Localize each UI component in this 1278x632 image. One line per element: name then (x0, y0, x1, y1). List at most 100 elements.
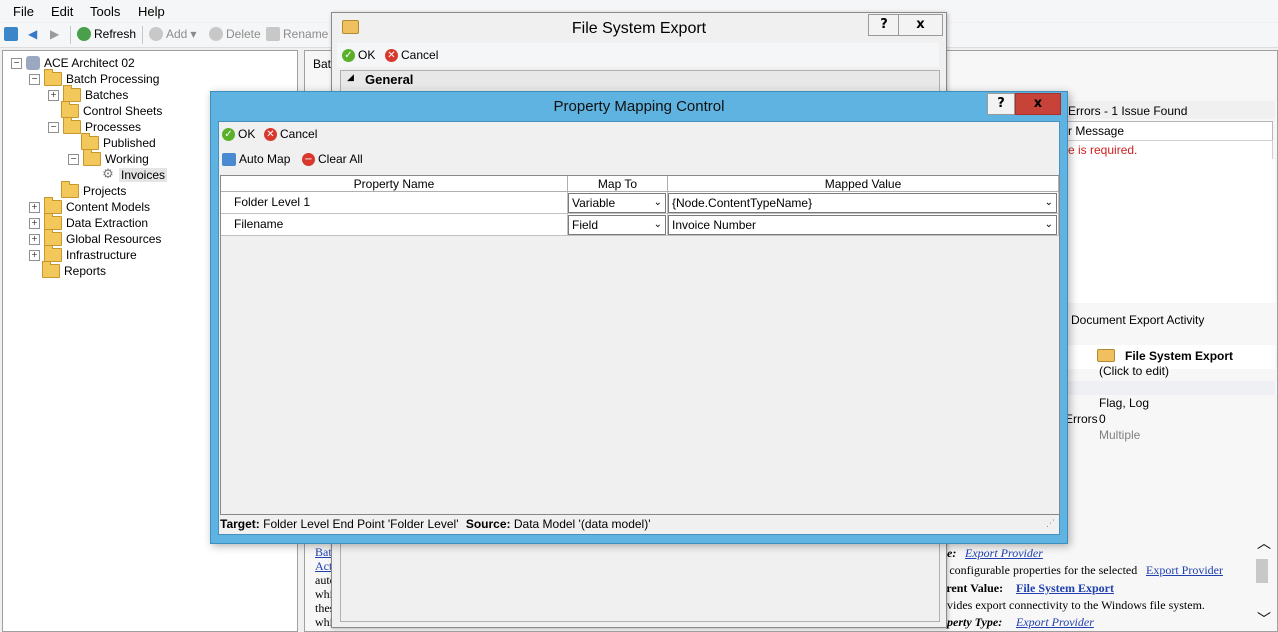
source-label: Source: (465, 517, 511, 531)
tree-item-label: Projects (83, 184, 127, 198)
column-header-map-to[interactable]: Map To (568, 176, 668, 192)
close-button[interactable]: x (898, 14, 943, 36)
flag-log-value: Flag, Log (1099, 396, 1150, 410)
tree-item-label: Infrastructure (66, 248, 137, 262)
folder-icon (44, 197, 62, 214)
expand-toggle[interactable]: + (29, 217, 40, 229)
tree-item-published[interactable]: Published (81, 133, 156, 151)
tree-item-working[interactable]: − Working (68, 149, 149, 167)
delete-button[interactable]: Delete (209, 27, 261, 41)
mapped-value-select[interactable]: Invoice Number ⌄ (668, 215, 1057, 235)
export-property-row[interactable]: File System Export (1065, 345, 1275, 369)
status-bar: Target: Folder Level End Point 'Folder L… (220, 515, 1058, 533)
help-current-label: rrent Value: (941, 581, 1004, 595)
collapse-toggle[interactable]: − (68, 153, 79, 165)
tree-item-control-sheets[interactable]: Control Sheets (61, 101, 162, 119)
rename-button[interactable]: Rename (266, 27, 328, 41)
clear-all-button[interactable]: − Clear All (302, 152, 363, 166)
tree-item-invoices[interactable]: ⚙ Invoices (101, 167, 168, 183)
help-button[interactable]: ? (987, 93, 1015, 115)
errors-header-text: Errors - 1 Issue Found (1068, 104, 1188, 118)
message-column-label: r Message (1068, 124, 1125, 138)
scroll-down-icon[interactable]: ﹀ (1257, 609, 1271, 629)
menu-tools[interactable]: Tools (90, 4, 120, 19)
collapse-toggle[interactable]: − (48, 121, 59, 133)
home-icon (4, 27, 18, 41)
menu-help[interactable]: Help (138, 4, 165, 19)
help-type-link[interactable]: Export Provider (965, 546, 1043, 561)
tree-item-label: Batch Processing (66, 72, 160, 86)
column-header-mapped-value[interactable]: Mapped Value (668, 176, 1059, 192)
collapse-toggle[interactable]: − (11, 57, 22, 69)
auto-map-icon (222, 152, 236, 166)
refresh-icon (77, 27, 91, 41)
help-button[interactable]: ? (868, 14, 900, 36)
cancel-button[interactable]: ✕ Cancel (385, 48, 438, 62)
menu-file[interactable]: File (13, 4, 34, 19)
collapse-toggle[interactable]: − (29, 73, 40, 85)
folder-icon (81, 133, 99, 150)
dialog-title: Property Mapping Control (553, 98, 725, 115)
dialog-toolbar: ✓ OK ✕ Cancel (337, 43, 939, 67)
tree-item-label: Global Resources (66, 232, 162, 246)
mapped-value: {Node.ContentTypeName} (672, 196, 813, 210)
tree-item-processes[interactable]: − Processes (48, 117, 141, 135)
back-arrow-icon: ◀ (28, 27, 38, 41)
dialog-titlebar[interactable]: File System Export ? x (332, 13, 946, 42)
menu-edit[interactable]: Edit (51, 4, 73, 19)
help-link-fragment[interactable]: Act (315, 559, 332, 574)
ok-button[interactable]: ✓ OK (222, 127, 255, 141)
help-property-link[interactable]: Export Provider (1016, 615, 1094, 630)
expand-toggle[interactable]: + (48, 89, 59, 101)
toolbar-separator (70, 26, 71, 44)
section-title: General (365, 72, 414, 87)
help-current-link[interactable]: File System Export (1016, 581, 1114, 596)
tree-item-root[interactable]: − ACE Architect 02 (11, 55, 135, 71)
export-value: File System Export (1125, 349, 1234, 363)
add-button[interactable]: Add ▼ (149, 27, 197, 41)
column-header-property[interactable]: Property Name (221, 176, 568, 192)
map-to-select[interactable]: Field ⌄ (568, 215, 666, 235)
resize-grip-icon[interactable]: ⋰ (1046, 515, 1055, 533)
help-link-fragment[interactable]: Bat (315, 545, 332, 560)
error-row[interactable]: e is required. (1065, 140, 1273, 160)
tree-item-label: Content Models (66, 200, 151, 214)
forward-button[interactable]: ▶ (50, 27, 59, 41)
refresh-button[interactable]: Refresh (77, 27, 136, 41)
back-button[interactable]: ◀ (28, 27, 37, 41)
help-provider-link[interactable]: Export Provider (1146, 563, 1223, 578)
tree-item-batch-processing[interactable]: − Batch Processing (29, 69, 160, 87)
tree-item-projects[interactable]: Projects (61, 181, 127, 199)
help-description: ovides export connectivity to the Window… (941, 598, 1205, 612)
activity-label: Document Export Activity (1071, 313, 1205, 327)
add-label: Add (166, 27, 188, 41)
ok-button[interactable]: ✓ OK (342, 48, 375, 62)
scroll-up-icon[interactable]: ︿ (1257, 533, 1271, 553)
expand-toggle[interactable]: + (29, 233, 40, 245)
ok-label: OK (358, 48, 376, 62)
gear-icon: ⚙ (102, 167, 114, 182)
help-description: e configurable properties for the select… (941, 563, 1138, 577)
home-button[interactable] (4, 27, 18, 41)
mapped-value: Invoice Number (672, 218, 757, 232)
scrollbar-thumb[interactable] (1256, 559, 1268, 583)
expand-toggle[interactable]: + (29, 201, 40, 213)
auto-map-button[interactable]: Auto Map (222, 152, 290, 166)
folder-icon (61, 101, 79, 118)
add-icon (149, 27, 163, 41)
expand-toggle[interactable]: + (29, 249, 40, 261)
error-message: e is required. (1068, 143, 1138, 157)
close-button[interactable]: x (1015, 93, 1061, 115)
property-separator (1065, 381, 1275, 395)
click-to-edit-hint[interactable]: (Click to edit) (1099, 364, 1169, 378)
rename-label: Rename (283, 27, 329, 41)
section-header-general[interactable]: ◢ General (341, 71, 939, 89)
tree-item-label: Batches (85, 88, 129, 102)
dialog-titlebar[interactable]: Property Mapping Control ? x (211, 92, 1067, 120)
map-to-select[interactable]: Variable ⌄ (568, 193, 666, 213)
cancel-button[interactable]: ✕ Cancel (264, 127, 317, 141)
table-row-property: Folder Level 1 (221, 192, 568, 214)
mapped-value-select[interactable]: {Node.ContentTypeName} ⌄ (668, 193, 1057, 213)
tree-item-reports[interactable]: Reports (42, 261, 106, 279)
chevron-down-icon: ▼ (190, 29, 197, 39)
